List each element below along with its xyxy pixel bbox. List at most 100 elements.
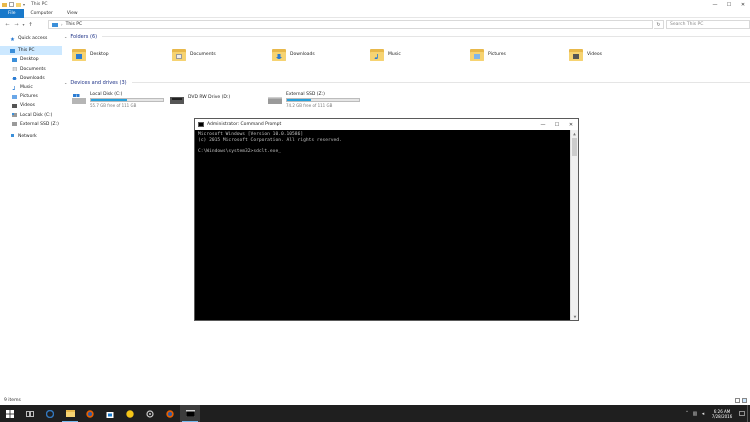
drive-external-ssd[interactable]: External SSD (Z:) 74.2 GB free of 111 GB — [268, 87, 360, 115]
window-title: This PC — [31, 2, 48, 7]
folder-icon[interactable] — [2, 2, 7, 7]
store-button[interactable] — [100, 405, 120, 422]
sidebar-item-this-pc[interactable]: This PC — [0, 46, 62, 56]
scroll-down-icon[interactable]: ▼ — [571, 313, 579, 320]
network-icon[interactable]: ▥ — [691, 405, 699, 422]
sidebar-item-desktop[interactable]: Desktop — [0, 55, 62, 64]
tab-file[interactable]: File — [0, 8, 24, 18]
folders-tiles: Desktop Documents Downloads Music Pictur… — [62, 43, 750, 66]
drive-usage-fill — [91, 99, 127, 101]
command-prompt-taskbar-button[interactable] — [180, 405, 200, 422]
windows-logo-icon — [6, 409, 14, 418]
refresh-button[interactable]: ↻ — [654, 20, 664, 29]
folders-group-header[interactable]: ⌄ Folders (6) — [62, 32, 750, 41]
gear-icon — [146, 409, 154, 418]
external-drive-icon — [268, 97, 282, 104]
sidebar-item-documents[interactable]: Documents — [0, 65, 62, 74]
firefox-button[interactable] — [80, 405, 100, 422]
maximize-button[interactable]: ☐ — [722, 0, 736, 9]
documents-icon — [12, 67, 17, 72]
tab-computer[interactable]: Computer — [24, 9, 60, 18]
navigation-pane: Quick access This PC Desktop Documents D… — [0, 34, 62, 394]
back-button[interactable]: ← — [3, 20, 12, 29]
scroll-thumb[interactable] — [572, 138, 577, 156]
computer-icon — [52, 22, 58, 27]
sidebar-item-quick-access[interactable]: Quick access — [0, 34, 62, 43]
tab-view[interactable]: View — [60, 9, 85, 18]
forward-button[interactable]: → — [12, 20, 21, 29]
drives-group-header[interactable]: ⌄ Devices and drives (3) — [62, 78, 750, 87]
taskbar: ˄ ▥ ◂ 6:26 AM 7/28/2016 — [0, 405, 750, 422]
console-icon — [185, 410, 195, 417]
command-prompt-window[interactable]: Administrator: Command Prompt — ☐ ✕ Micr… — [194, 118, 579, 321]
folder-downloads[interactable]: Downloads — [272, 43, 315, 65]
file-explorer-button[interactable] — [60, 405, 80, 422]
cmd-scrollbar[interactable]: ▲ ▼ — [570, 130, 578, 320]
chevron-down-icon[interactable]: ▾ — [23, 2, 28, 7]
drive-dvd[interactable]: DVD RW Drive (D:) — [170, 87, 230, 115]
drive-usage-fill — [287, 99, 311, 101]
scroll-up-icon[interactable]: ▲ — [571, 130, 578, 137]
drive-local-disk[interactable]: Local Disk (C:) 55.7 GB free of 111 GB — [72, 87, 164, 115]
pictures-folder-icon — [470, 48, 484, 61]
action-center-button[interactable] — [737, 405, 747, 422]
close-button[interactable]: ✕ — [736, 0, 750, 9]
settings-button[interactable] — [140, 405, 160, 422]
folder-documents[interactable]: Documents — [172, 43, 216, 65]
firefox-icon — [166, 409, 174, 418]
sidebar-item-downloads[interactable]: Downloads — [0, 74, 62, 83]
search-input[interactable]: Search This PC — [666, 20, 750, 29]
sidebar-item-network[interactable]: Network — [0, 132, 62, 141]
star-icon — [10, 36, 15, 41]
item-count: 9 items — [4, 398, 21, 403]
cmd-minimize-button[interactable]: — — [536, 119, 550, 130]
windows-drive-icon — [72, 94, 86, 104]
group-divider — [131, 82, 750, 83]
firefox-icon — [86, 409, 94, 418]
edge-button[interactable] — [40, 405, 60, 422]
folder-pictures[interactable]: Pictures — [470, 43, 506, 65]
sidebar-item-external-ssd[interactable]: External SSD (Z:) — [0, 120, 62, 129]
console-output[interactable]: Microsoft Windows [Version 10.0.10586] (c… — [195, 130, 571, 320]
task-view-icon — [26, 410, 34, 417]
up-button[interactable]: ↑ — [26, 20, 35, 29]
folder-videos[interactable]: Videos — [569, 43, 602, 65]
volume-icon[interactable]: ◂ — [699, 405, 707, 422]
cmd-close-button[interactable]: ✕ — [564, 119, 578, 130]
explorer-titlebar: ▾ This PC — ☐ ✕ — [0, 0, 750, 9]
taskbar-clock[interactable]: 6:26 AM 7/28/2016 — [707, 405, 737, 422]
chevron-up-icon[interactable]: ˄ — [683, 405, 691, 422]
cmd-titlebar[interactable]: Administrator: Command Prompt — ☐ ✕ — [195, 119, 578, 130]
chevron-right-icon: › — [61, 22, 63, 27]
quick-access-toolbar: ▾ — [2, 2, 28, 7]
console-icon — [198, 122, 204, 127]
chevron-down-icon: ⌄ — [64, 34, 68, 39]
firefox-pinned-button[interactable] — [160, 405, 180, 422]
emoji-app-button[interactable] — [120, 405, 140, 422]
store-icon — [106, 411, 114, 418]
documents-folder-icon — [172, 48, 186, 61]
videos-folder-icon — [569, 48, 583, 61]
folder-music[interactable]: Music — [370, 43, 401, 65]
sidebar-item-pictures[interactable]: Pictures — [0, 92, 62, 101]
minimize-button[interactable]: — — [708, 0, 722, 9]
sidebar-item-videos[interactable]: Videos — [0, 101, 62, 110]
cmd-maximize-button[interactable]: ☐ — [550, 119, 564, 130]
sidebar-item-music[interactable]: Music — [0, 83, 62, 92]
details-view-icon[interactable] — [735, 398, 740, 403]
sidebar-item-local-disk[interactable]: Local Disk (C:) — [0, 111, 62, 120]
new-folder-icon[interactable] — [16, 2, 21, 7]
network-icon — [11, 134, 14, 138]
group-divider — [102, 36, 750, 37]
music-folder-icon — [370, 48, 384, 61]
large-icons-view-icon[interactable] — [742, 398, 747, 403]
status-bar: 9 items — [0, 396, 750, 405]
task-view-button[interactable] — [20, 405, 40, 422]
drive-usage-bar — [90, 98, 164, 102]
folder-desktop[interactable]: Desktop — [72, 43, 109, 65]
properties-icon[interactable] — [9, 2, 14, 7]
content-pane: ⌄ Folders (6) Desktop Documents Download… — [62, 32, 750, 117]
start-button[interactable] — [0, 405, 20, 422]
address-bar[interactable]: › This PC — [48, 20, 653, 29]
drive-icon — [12, 122, 17, 127]
